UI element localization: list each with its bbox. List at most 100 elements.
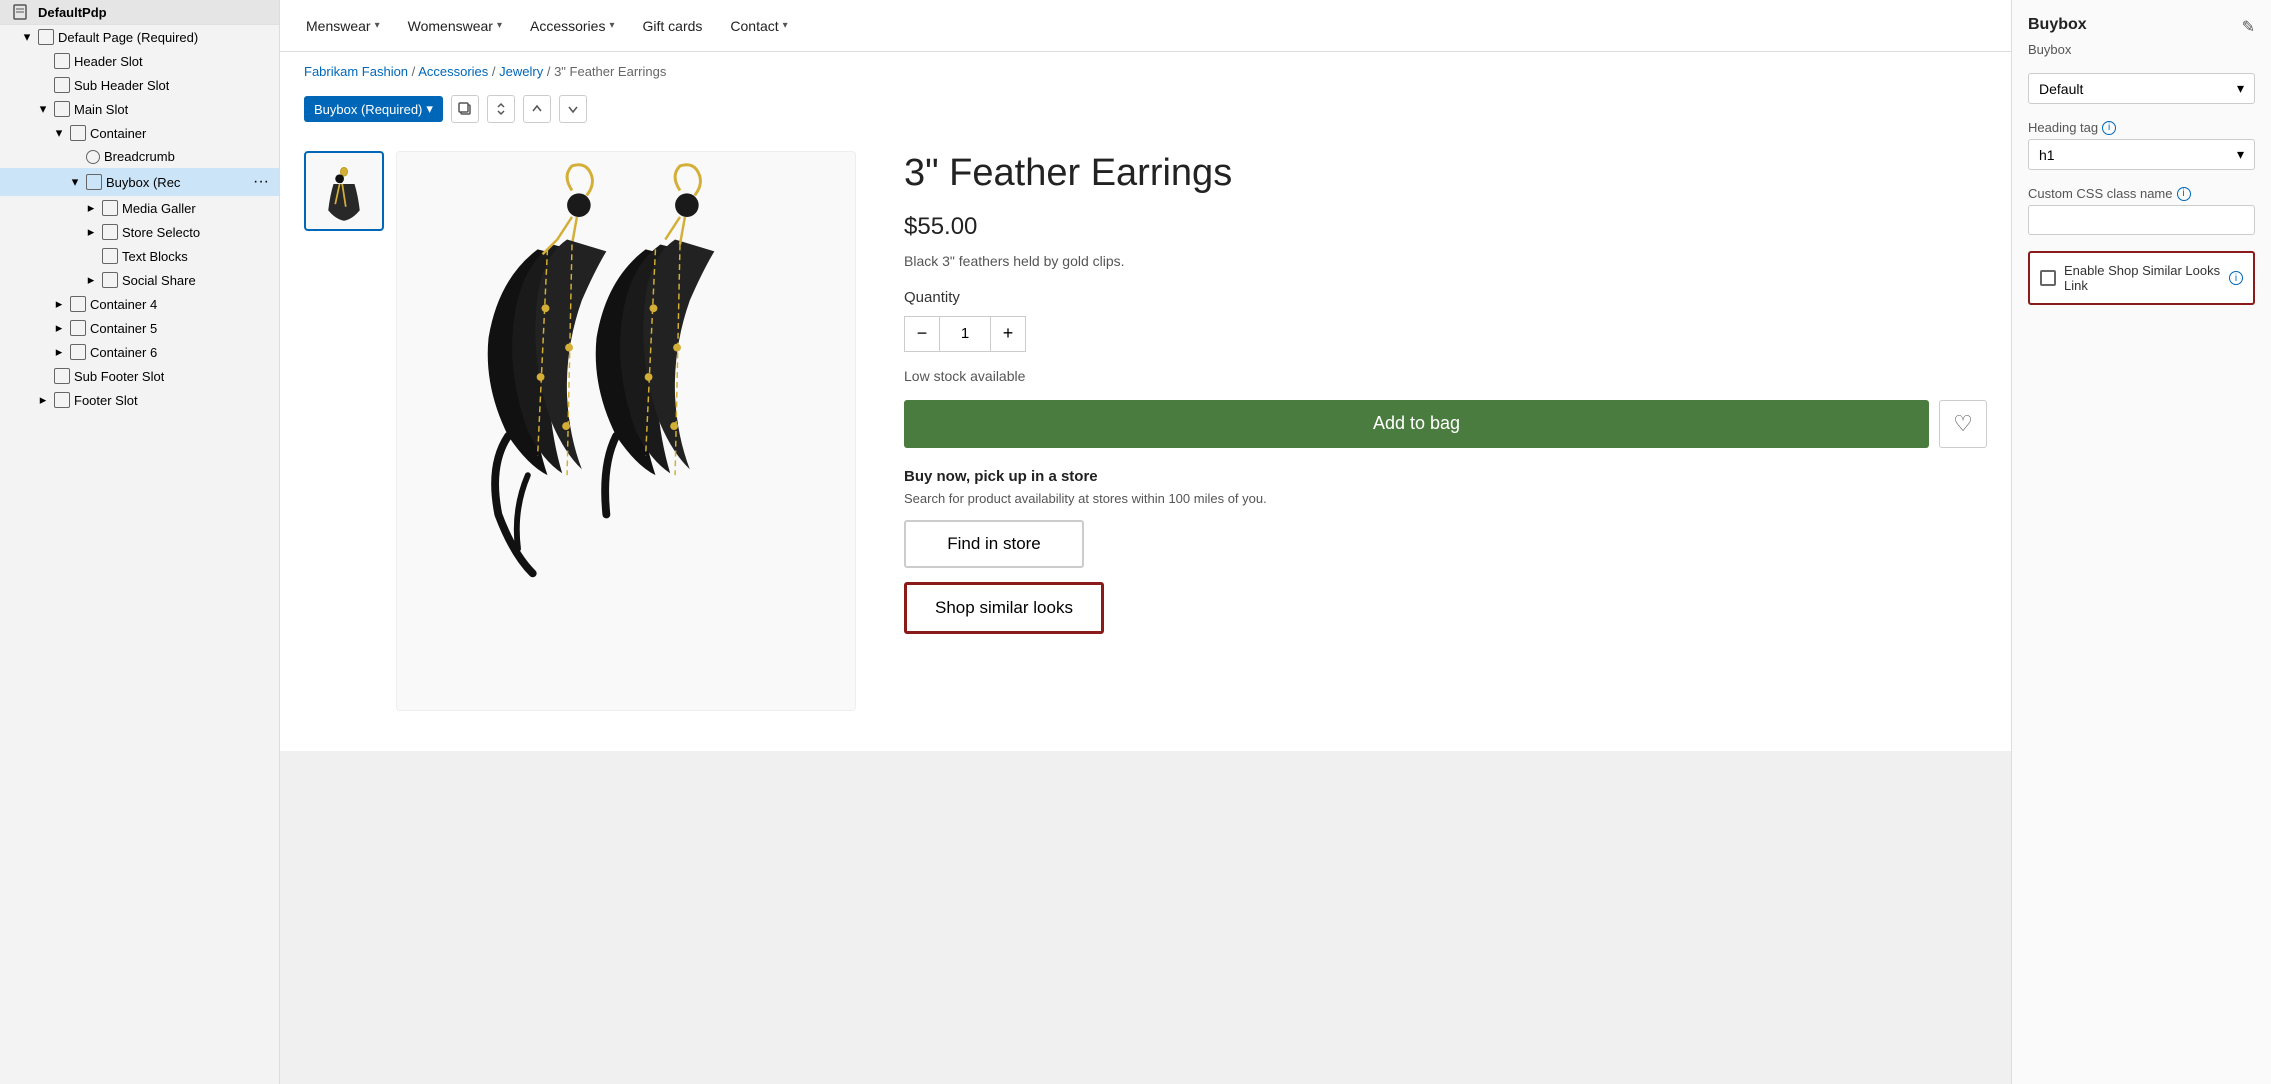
sidebar-item-sub-header-slot[interactable]: ▸ Sub Header Slot [0, 73, 279, 97]
chevron-icon: ▸ [36, 393, 50, 407]
chevron-icon: ▾ [20, 30, 34, 44]
breadcrumb-accessories[interactable]: Accessories [418, 64, 488, 79]
sidebar-item-container-6[interactable]: ▸ Container 6 [0, 340, 279, 364]
move-button[interactable] [487, 95, 515, 123]
sidebar-item-container[interactable]: ▾ Container [0, 121, 279, 145]
chevron-icon: ▸ [52, 345, 66, 359]
sidebar-item-buybox-rec[interactable]: ▾ Buybox (Rec ··· [0, 168, 279, 196]
nav-accessories[interactable]: Accessories ▾ [528, 14, 617, 38]
chevron-icon: ▸ [84, 201, 98, 215]
nav-label: Gift cards [642, 18, 702, 34]
tree-label: Sub Footer Slot [74, 369, 164, 384]
nav-womenswear[interactable]: Womenswear ▾ [406, 14, 504, 38]
tree-label: Store Selecto [122, 225, 200, 240]
sidebar-item-header-slot[interactable]: ▸ Header Slot [0, 49, 279, 73]
enable-shop-info-icon[interactable]: i [2229, 271, 2243, 285]
find-store-label: Find in store [947, 534, 1041, 554]
info-icon[interactable]: i [2177, 187, 2191, 201]
square-icon [54, 101, 70, 117]
panel-default-dropdown[interactable]: Default ▾ [2028, 73, 2255, 104]
pickup-description: Search for product availability at store… [904, 491, 1987, 506]
nav-menswear[interactable]: Menswear ▾ [304, 14, 382, 38]
nav-chevron-icon: ▾ [375, 20, 380, 31]
shop-similar-looks-button[interactable]: Shop similar looks [904, 582, 1104, 634]
square-icon [38, 29, 54, 45]
edit-icon[interactable]: ✎ [2242, 17, 2255, 37]
shop-similar-label: Shop similar looks [935, 598, 1073, 618]
add-to-bag-button[interactable]: Add to bag [904, 400, 1929, 448]
copy-button[interactable] [451, 95, 479, 123]
sidebar-item-text-blocks[interactable]: ▸ Text Blocks [0, 244, 279, 268]
breadcrumb-jewelry[interactable]: Jewelry [499, 64, 543, 79]
square-icon [54, 53, 70, 69]
breadcrumb-fabrikam[interactable]: Fabrikam Fashion [304, 64, 408, 79]
breadcrumb-sep: / [547, 64, 554, 79]
tree-label: Main Slot [74, 102, 128, 117]
tree-label: Media Galler [122, 201, 196, 216]
quantity-increase-button[interactable]: + [990, 316, 1026, 352]
product-main-image [396, 151, 856, 711]
sidebar-item-sub-footer-slot[interactable]: ▸ Sub Footer Slot [0, 364, 279, 388]
chevron-icon: ▾ [68, 175, 82, 189]
heading-tag-dropdown[interactable]: h1 ▾ [2028, 139, 2255, 170]
buybox-toolbar: Buybox (Required) ▾ [280, 87, 2011, 131]
panel-subtitle: Buybox [2028, 42, 2255, 57]
move-down-button[interactable] [559, 95, 587, 123]
tree-label: Container [90, 126, 146, 141]
sidebar-item-footer-slot[interactable]: ▸ Footer Slot [0, 388, 279, 412]
doc-icon [12, 4, 28, 20]
square-icon [54, 392, 70, 408]
css-class-input[interactable] [2028, 205, 2255, 235]
tree-label: Default Page (Required) [58, 30, 198, 45]
product-area: 3" Feather Earrings $55.00 Black 3" feat… [280, 131, 2011, 751]
add-bag-row: Add to bag ♡ [904, 400, 1987, 448]
buybox-required-button[interactable]: Buybox (Required) ▾ [304, 96, 443, 122]
sidebar-item-store-selector[interactable]: ▸ Store Selecto [0, 220, 279, 244]
info-icon[interactable]: i [2102, 121, 2116, 135]
sidebar-item-social-share[interactable]: ▸ Social Share [0, 268, 279, 292]
sidebar-item-main-slot[interactable]: ▾ Main Slot [0, 97, 279, 121]
square-icon [54, 368, 70, 384]
chevron-icon: ▾ [36, 102, 50, 116]
dropdown-chevron-icon: ▾ [2237, 146, 2244, 163]
dropdown-chevron-icon: ▾ [2237, 80, 2244, 97]
chevron-icon: ▸ [52, 297, 66, 311]
square-icon [102, 200, 118, 216]
heart-icon: ♡ [1953, 411, 1973, 437]
tree-label: Text Blocks [122, 249, 188, 264]
enable-shop-checkbox[interactable] [2040, 270, 2056, 286]
right-panel: Buybox ✎ Buybox Default ▾ Heading tag i … [2011, 0, 2271, 1084]
sidebar-item-breadcrumb[interactable]: ▸ Breadcrumb [0, 145, 279, 168]
sidebar-header[interactable]: DefaultPdp [0, 0, 279, 25]
nav-contact[interactable]: Contact ▾ [728, 14, 789, 38]
sidebar-item-default-page[interactable]: ▾ Default Page (Required) [0, 25, 279, 49]
sidebar-item-container-5[interactable]: ▸ Container 5 [0, 316, 279, 340]
quantity-label: Quantity [904, 289, 1987, 306]
quantity-value: 1 [940, 316, 990, 352]
sidebar-item-container-4[interactable]: ▸ Container 4 [0, 292, 279, 316]
sidebar-title: DefaultPdp [38, 5, 107, 20]
quantity-decrease-button[interactable]: − [904, 316, 940, 352]
ellipsis-button[interactable]: ··· [251, 172, 271, 192]
square-icon [86, 174, 102, 190]
tree-label: Buybox (Rec [106, 175, 180, 190]
chevron-icon: ▸ [84, 273, 98, 287]
wishlist-button[interactable]: ♡ [1939, 400, 1987, 448]
heading-tag-label: Heading tag i [2028, 120, 2255, 135]
enable-shop-similar-row[interactable]: Enable Shop Similar Looks Link i [2028, 251, 2255, 305]
square-icon [70, 125, 86, 141]
breadcrumb-current: 3" Feather Earrings [554, 64, 666, 79]
sidebar-item-media-gallery[interactable]: ▸ Media Galler [0, 196, 279, 220]
nav-chevron-icon: ▾ [497, 20, 502, 31]
chevron-icon: ▾ [52, 126, 66, 140]
square-icon [70, 296, 86, 312]
nav-gift-cards[interactable]: Gift cards [640, 14, 704, 38]
find-in-store-button[interactable]: Find in store [904, 520, 1084, 568]
product-thumbnail[interactable] [304, 151, 384, 231]
quantity-control: − 1 + [904, 316, 1987, 352]
enable-shop-label: Enable Shop Similar Looks Link [2064, 263, 2221, 293]
tree-label: Social Share [122, 273, 196, 288]
nav-chevron-icon: ▾ [783, 20, 788, 31]
move-up-button[interactable] [523, 95, 551, 123]
panel-title: Buybox [2028, 16, 2087, 34]
